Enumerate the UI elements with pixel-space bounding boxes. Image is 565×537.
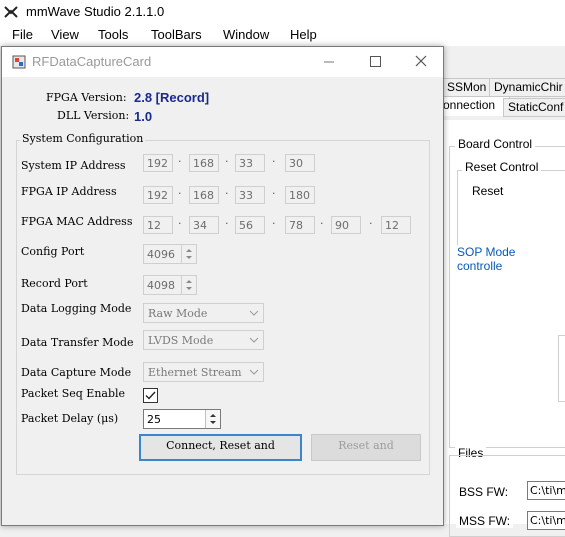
- spinner-arrows-icon[interactable]: [181, 276, 196, 294]
- menu-file[interactable]: File: [12, 27, 33, 42]
- config-port-label: Config Port: [21, 245, 85, 258]
- ip-separator: ·: [225, 187, 229, 200]
- spinner-arrows-icon[interactable]: [181, 245, 196, 263]
- mac-separator: ·: [272, 217, 276, 230]
- data-capture-mode-select[interactable]: Ethernet Stream: [143, 362, 264, 382]
- dialog-title: RFDataCaptureCard: [32, 54, 152, 69]
- fpga-mac-byte-1[interactable]: 12: [143, 216, 173, 234]
- fpga-version-label: FPGA Version:: [46, 91, 127, 104]
- fpga-mac-byte-2[interactable]: 34: [189, 216, 219, 234]
- reset-button-label: Reset and: [338, 439, 394, 452]
- fpga-ip-octet-1[interactable]: 192: [143, 186, 173, 204]
- checkmark-icon: [145, 391, 156, 400]
- mac-separator: ·: [369, 217, 373, 230]
- data-transfer-mode-label: Data Transfer Mode: [21, 336, 134, 349]
- ip-separator: ·: [178, 187, 182, 200]
- mss-fw-input[interactable]: C:\ti\m: [527, 511, 565, 530]
- fpga-mac-byte-3[interactable]: 56: [235, 216, 265, 234]
- data-logging-mode-value: Raw Mode: [148, 307, 208, 320]
- tab-ssmon[interactable]: SSMon: [442, 78, 496, 97]
- packet-delay-value: 25: [147, 413, 161, 426]
- ip-separator: ·: [272, 187, 276, 200]
- system-ip-label: System IP Address: [21, 159, 126, 172]
- ip-separator: ·: [272, 155, 276, 168]
- menu-window[interactable]: Window: [223, 27, 269, 42]
- mac-separator: ·: [320, 217, 324, 230]
- rf-data-capture-dialog: RFDataCaptureCard FPGA Version: 2.8 [Rec…: [1, 46, 444, 526]
- background-box: [558, 335, 565, 402]
- ip-separator: ·: [225, 155, 229, 168]
- connect-reset-button-label: Connect, Reset and: [166, 439, 275, 452]
- packet-seq-enable-checkbox[interactable]: [143, 388, 158, 403]
- fpga-mac-byte-5[interactable]: 90: [331, 216, 361, 234]
- mss-fw-label: MSS FW:: [456, 514, 514, 528]
- connect-reset-button[interactable]: Connect, Reset and: [139, 434, 302, 461]
- fpga-ip-octet-4[interactable]: 180: [285, 186, 315, 204]
- system-ip-octet-4[interactable]: 30: [285, 154, 315, 172]
- reset-label: Reset: [469, 184, 507, 198]
- tab-dynamic-chirp[interactable]: DynamicChir: [489, 78, 565, 97]
- chevron-down-icon: [249, 337, 259, 343]
- dll-version-label: DLL Version:: [57, 109, 130, 122]
- connection-panel: Board Control Reset Control Reset SOP Mo…: [442, 120, 565, 537]
- packet-delay-spinner[interactable]: 25: [143, 409, 221, 429]
- main-window-title: mmWave Studio 2.1.1.0: [26, 4, 165, 19]
- dialog-app-icon: [12, 55, 26, 69]
- system-ip-octet-2[interactable]: 168: [189, 154, 219, 172]
- record-port-label: Record Port: [21, 277, 88, 290]
- reset-control-label: Reset Control: [462, 160, 542, 174]
- config-port-value: 4096: [147, 248, 175, 261]
- menu-toolbars[interactable]: ToolBars: [151, 27, 202, 42]
- bss-fw-input[interactable]: C:\ti\m: [527, 481, 565, 500]
- config-port-spinner[interactable]: 4096: [143, 244, 197, 264]
- fpga-ip-octet-3[interactable]: 33: [235, 186, 265, 204]
- chevron-down-icon: [249, 310, 259, 316]
- spinner-arrows-icon[interactable]: [205, 410, 220, 428]
- fpga-mac-byte-6[interactable]: 12: [381, 216, 411, 234]
- dialog-titlebar: RFDataCaptureCard: [2, 47, 443, 77]
- data-logging-mode-label: Data Logging Mode: [21, 302, 132, 315]
- menu-help[interactable]: Help: [290, 27, 317, 42]
- reset-button[interactable]: Reset and: [311, 434, 421, 461]
- mac-separator: ·: [225, 217, 229, 230]
- record-port-value: 4098: [147, 279, 175, 292]
- board-control-label: Board Control: [455, 137, 536, 151]
- system-configuration-title: System Configuration: [20, 132, 146, 145]
- tab-static-config[interactable]: StaticConf: [503, 98, 565, 117]
- record-port-spinner[interactable]: 4098: [143, 275, 197, 295]
- mmwave-app-icon: [3, 4, 19, 20]
- bss-fw-label: BSS FW:: [456, 485, 512, 499]
- system-ip-octet-3[interactable]: 33: [235, 154, 265, 172]
- fpga-ip-octet-2[interactable]: 168: [189, 186, 219, 204]
- packet-seq-enable-label: Packet Seq Enable: [21, 387, 126, 400]
- fpga-ip-label: FPGA IP Address: [21, 185, 117, 198]
- data-capture-mode-label: Data Capture Mode: [21, 366, 132, 379]
- menu-tools[interactable]: Tools: [98, 27, 128, 42]
- data-capture-mode-value: Ethernet Stream: [148, 366, 242, 379]
- maximize-icon[interactable]: [352, 47, 398, 77]
- data-logging-mode-select[interactable]: Raw Mode: [143, 303, 264, 323]
- mac-separator: ·: [178, 217, 182, 230]
- chevron-down-icon: [249, 369, 259, 375]
- fpga-mac-byte-4[interactable]: 78: [285, 216, 315, 234]
- ip-separator: ·: [178, 155, 182, 168]
- sop-mode-link[interactable]: SOP Mode controlle: [454, 245, 565, 273]
- dll-version-value: 1.0: [134, 109, 153, 124]
- packet-delay-label: Packet Delay (μs): [21, 412, 119, 425]
- system-ip-octet-1[interactable]: 192: [143, 154, 173, 172]
- data-transfer-mode-value: LVDS Mode: [148, 334, 214, 347]
- fpga-version-value: 2.8 [Record]: [134, 90, 210, 105]
- close-icon[interactable]: [398, 47, 444, 77]
- data-transfer-mode-select[interactable]: LVDS Mode: [143, 330, 264, 350]
- main-titlebar: mmWave Studio 2.1.1.0: [0, 0, 565, 24]
- menu-bar: File View Tools ToolBars Window Help: [0, 24, 565, 46]
- menu-view[interactable]: View: [51, 27, 79, 42]
- fpga-mac-label: FPGA MAC Address: [21, 215, 133, 228]
- minimize-icon[interactable]: [306, 47, 352, 77]
- tab-connection[interactable]: onnection: [438, 96, 510, 116]
